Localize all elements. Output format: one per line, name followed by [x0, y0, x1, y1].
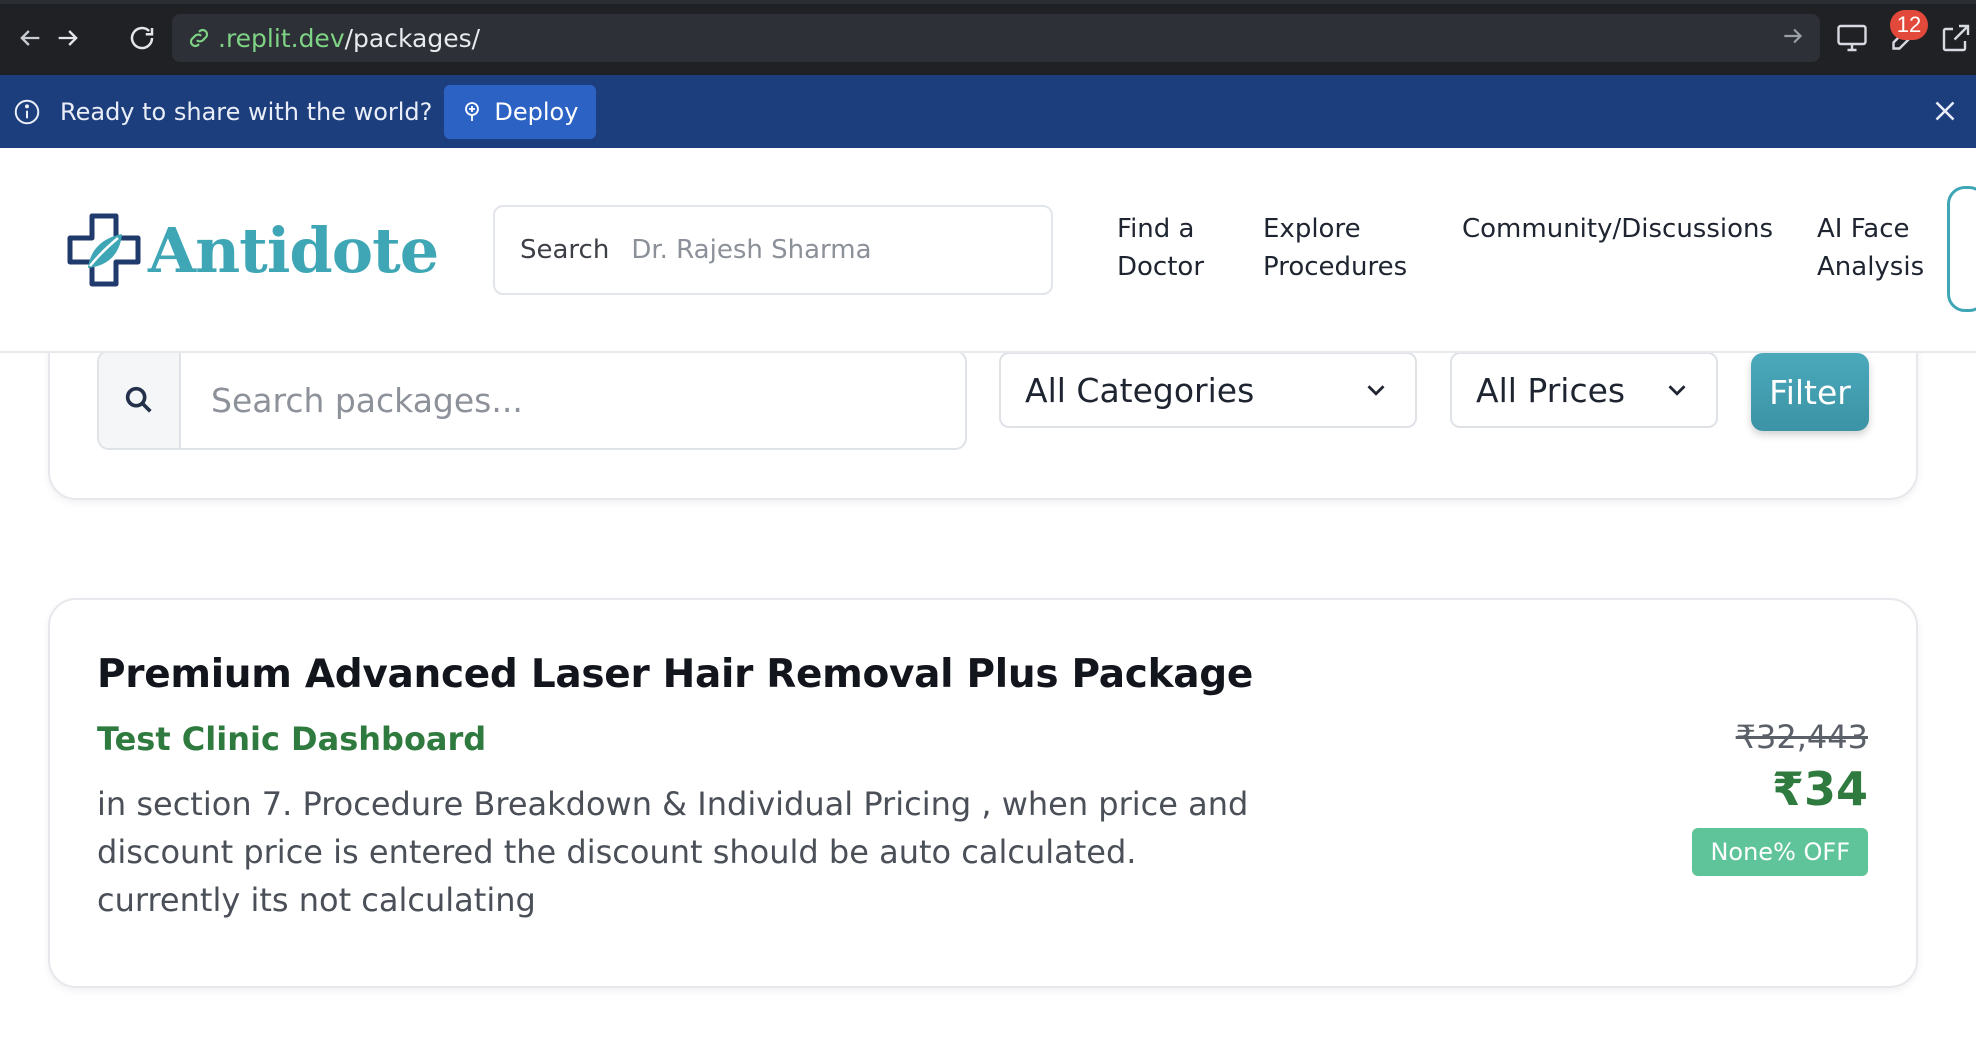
search-icon-box	[99, 352, 181, 448]
header-cta-button-edge[interactable]	[1947, 186, 1976, 312]
header-search[interactable]: Search Dr. Rajesh Sharma	[493, 205, 1053, 295]
address-bar[interactable]: .replit.dev/packages/	[172, 14, 1820, 62]
deploy-icon	[465, 101, 480, 121]
nav-ai-face-analysis[interactable]: AI Face Analysis	[1817, 210, 1924, 286]
nav-line: Explore	[1263, 214, 1361, 244]
filter-button[interactable]: Filter	[1751, 353, 1869, 431]
category-select[interactable]: All Categories	[999, 352, 1417, 428]
price-select[interactable]: All Prices	[1450, 352, 1718, 428]
brand-logo[interactable]: Antidote	[62, 208, 439, 292]
site-header: Antidote Search Dr. Rajesh Sharma Find a…	[0, 148, 1976, 353]
package-description: in section 7. Procedure Breakdown & Indi…	[97, 785, 1249, 919]
browser-toolbar: .replit.dev/packages/ 12	[0, 0, 1976, 75]
nav-line: Procedures	[1263, 252, 1408, 282]
nav-explore-procedures[interactable]: Explore Procedures	[1263, 210, 1407, 286]
deploy-button[interactable]: Deploy	[444, 84, 597, 139]
info-icon	[14, 99, 40, 124]
reload-icon	[130, 26, 154, 50]
external-link-icon[interactable]	[1938, 20, 1974, 56]
package-title[interactable]: Premium Advanced Laser Hair Removal Plus…	[97, 652, 1253, 697]
chevron-down-icon	[1367, 385, 1385, 396]
discounted-price: ₹34	[1771, 762, 1868, 816]
header-search-rotating-text: Dr. Rajesh Sharma	[631, 235, 872, 265]
nav-line: AI Face	[1817, 214, 1910, 244]
close-icon[interactable]	[1928, 94, 1962, 128]
link-icon	[189, 28, 209, 48]
back-button[interactable]	[10, 18, 50, 58]
package-search-input[interactable]	[181, 352, 965, 448]
chevron-down-icon	[1668, 385, 1686, 396]
arrow-left-icon	[20, 30, 40, 46]
nav-line: Find a	[1117, 214, 1195, 244]
arrow-right-icon	[58, 30, 78, 46]
nav-line: Analysis	[1817, 252, 1925, 282]
banner-message: Ready to share with the world?	[60, 97, 433, 126]
brand-name: Antidote	[148, 213, 439, 287]
package-clinic-name[interactable]: Test Clinic Dashboard	[97, 720, 486, 758]
notification-badge: 12	[1890, 10, 1928, 40]
discount-badge: None% OFF	[1692, 828, 1868, 876]
header-search-label: Search	[520, 235, 610, 265]
deploy-button-label: Deploy	[494, 97, 579, 126]
devices-icon[interactable]	[1834, 20, 1870, 56]
original-price: ₹32,443	[1735, 718, 1868, 756]
forward-button[interactable]	[48, 18, 88, 58]
deploy-banner: Ready to share with the world? Deploy	[0, 75, 1976, 148]
reload-button[interactable]	[122, 18, 162, 58]
url-text: .replit.dev/packages/	[218, 23, 481, 53]
search-icon	[125, 386, 152, 413]
nav-line: Doctor	[1117, 252, 1205, 282]
package-search-box[interactable]	[97, 350, 967, 450]
nav-find-doctor[interactable]: Find a Doctor	[1117, 210, 1204, 286]
tab-strip-edge	[0, 0, 1976, 4]
go-arrow-icon[interactable]	[1780, 23, 1806, 49]
price-select-value: All Prices	[1476, 370, 1626, 410]
category-select-value: All Categories	[1025, 370, 1255, 410]
nav-community-discussions[interactable]: Community/Discussions	[1462, 210, 1773, 248]
nav-line: Community/Discussions	[1462, 214, 1774, 244]
medical-cross-leaf-icon	[67, 213, 141, 287]
